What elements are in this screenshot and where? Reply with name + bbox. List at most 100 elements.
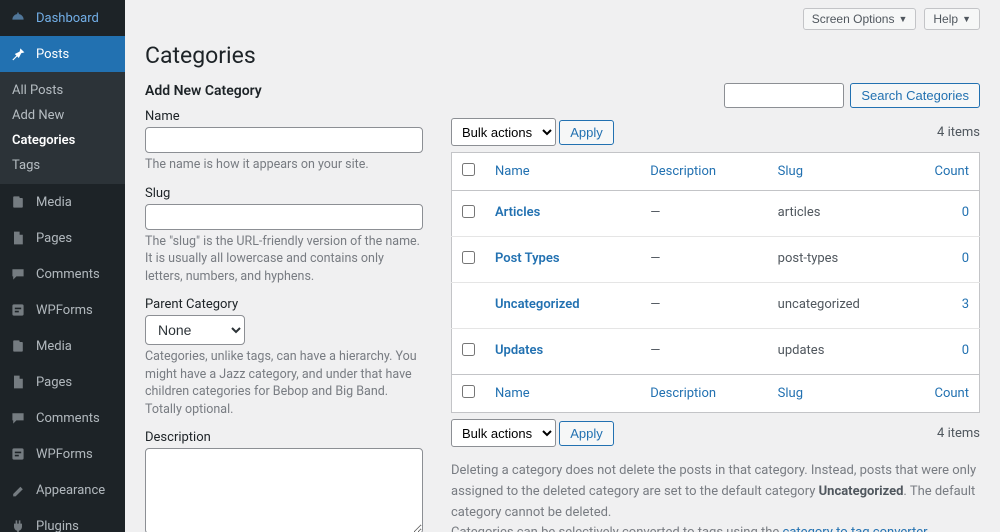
table-row: Post Types —post-types 0	[452, 237, 980, 283]
items-count-top: 4 items	[937, 125, 980, 140]
category-slug: articles	[768, 191, 920, 237]
page-title: Categories	[145, 42, 980, 69]
table-row: Articles —articles 0	[452, 191, 980, 237]
categories-table: Name Description Slug Count Articles—art…	[451, 152, 980, 413]
apply-button-bottom[interactable]: Apply	[559, 421, 614, 446]
submenu-item-add-new[interactable]: Add New	[0, 103, 125, 128]
sidebar-item-pages[interactable]: Pages	[0, 220, 125, 256]
form-heading: Add New Category	[145, 83, 423, 99]
sidebar-item-comments[interactable]: Comments	[0, 400, 125, 436]
caret-down-icon: ▼	[898, 14, 907, 24]
col-slug[interactable]: Slug	[768, 153, 920, 191]
sidebar-item-label: Pages	[36, 231, 72, 246]
sidebar-item-label: Pages	[36, 375, 72, 390]
parent-select[interactable]: None	[145, 315, 245, 345]
sidebar-item-label: WPForms	[36, 447, 93, 462]
col-description[interactable]: Description	[640, 153, 767, 191]
category-description: —	[640, 237, 767, 283]
row-checkbox[interactable]	[462, 343, 475, 356]
page-icon	[8, 228, 28, 248]
dashboard-icon	[8, 8, 28, 28]
category-description: —	[640, 329, 767, 375]
convert-link[interactable]: category to tag converter	[783, 525, 927, 532]
description-label: Description	[145, 430, 423, 445]
sidebar-item-plugins[interactable]: Plugins	[0, 508, 125, 532]
name-label: Name	[145, 109, 423, 124]
footer-note: Deleting a category does not delete the …	[451, 461, 980, 532]
submenu-item-all-posts[interactable]: All Posts	[0, 78, 125, 103]
category-name-link[interactable]: Articles	[495, 205, 540, 220]
row-checkbox[interactable]	[462, 205, 475, 218]
category-count-link[interactable]: 0	[962, 205, 969, 220]
sidebar-item-label: Comments	[36, 411, 100, 426]
category-name-link[interactable]: Uncategorized	[495, 297, 580, 312]
appearance-icon	[8, 480, 28, 500]
sidebar-item-appearance[interactable]: Appearance	[0, 472, 125, 508]
select-all-bottom[interactable]	[462, 385, 475, 398]
category-count-link[interactable]: 3	[962, 297, 969, 312]
sidebar-item-label: Media	[36, 195, 72, 210]
category-name-link[interactable]: Post Types	[495, 251, 560, 266]
col-count[interactable]: Count	[920, 153, 980, 191]
category-name-link[interactable]: Updates	[495, 343, 543, 358]
sidebar-item-posts[interactable]: Posts	[0, 36, 125, 72]
sidebar-item-wpforms[interactable]: WPForms	[0, 292, 125, 328]
bulk-actions-select-top[interactable]: Bulk actions	[451, 118, 556, 146]
parent-label: Parent Category	[145, 297, 423, 312]
category-slug: uncategorized	[768, 283, 920, 329]
media-icon	[8, 192, 28, 212]
comment-icon	[8, 264, 28, 284]
search-categories-button[interactable]: Search Categories	[850, 83, 980, 108]
sidebar-item-label: Plugins	[36, 519, 79, 532]
col-name-foot[interactable]: Name	[485, 375, 640, 413]
slug-label: Slug	[145, 186, 423, 201]
sidebar-item-label: Appearance	[36, 483, 105, 498]
form-icon	[8, 300, 28, 320]
admin-sidebar: Dashboard Posts All PostsAdd NewCategories…	[0, 0, 125, 532]
page-icon	[8, 372, 28, 392]
category-description: —	[640, 191, 767, 237]
sidebar-item-pages[interactable]: Pages	[0, 364, 125, 400]
col-name[interactable]: Name	[485, 153, 640, 191]
form-icon	[8, 444, 28, 464]
media-icon	[8, 336, 28, 356]
sidebar-item-dashboard[interactable]: Dashboard	[0, 0, 125, 36]
search-input[interactable]	[724, 83, 844, 108]
items-count-bottom: 4 items	[937, 426, 980, 441]
apply-button-top[interactable]: Apply	[559, 120, 614, 145]
category-count-link[interactable]: 0	[962, 343, 969, 358]
row-checkbox[interactable]	[462, 251, 475, 264]
table-row: Updates—updates0	[452, 329, 980, 375]
sidebar-item-wpforms[interactable]: WPForms	[0, 436, 125, 472]
sidebar-item-media[interactable]: Media	[0, 184, 125, 220]
col-count-foot[interactable]: Count	[920, 375, 980, 413]
sidebar-item-label: WPForms	[36, 303, 93, 318]
plugin-icon	[8, 516, 28, 532]
slug-input[interactable]	[145, 204, 423, 230]
main-content: Screen Options ▼ Help ▼ Categories Add N…	[125, 0, 1000, 532]
col-description-foot[interactable]: Description	[640, 375, 767, 413]
screen-options-button[interactable]: Screen Options ▼	[803, 8, 917, 30]
submenu-item-tags[interactable]: Tags	[0, 153, 125, 178]
category-count-link[interactable]: 0	[962, 251, 969, 266]
sidebar-item-comments[interactable]: Comments	[0, 256, 125, 292]
sidebar-item-label: Dashboard	[36, 11, 99, 26]
select-all-top[interactable]	[462, 163, 475, 176]
parent-desc: Categories, unlike tags, can have a hier…	[145, 348, 423, 418]
table-row: Uncategorized —uncategorized 3	[452, 283, 980, 329]
sidebar-item-label: Media	[36, 339, 72, 354]
caret-down-icon: ▼	[962, 14, 971, 24]
comment-icon	[8, 408, 28, 428]
submenu-item-categories[interactable]: Categories	[0, 128, 125, 153]
bulk-actions-select-bottom[interactable]: Bulk actions	[451, 419, 556, 447]
sidebar-item-media[interactable]: Media	[0, 328, 125, 364]
col-slug-foot[interactable]: Slug	[768, 375, 920, 413]
category-description: —	[640, 283, 767, 329]
help-button[interactable]: Help ▼	[924, 8, 980, 30]
category-slug: post-types	[768, 237, 920, 283]
sidebar-item-label: Posts	[36, 47, 69, 62]
sidebar-item-label: Comments	[36, 267, 100, 282]
slug-desc: The "slug" is the URL-friendly version o…	[145, 233, 423, 286]
name-input[interactable]	[145, 127, 423, 153]
description-textarea[interactable]	[145, 448, 423, 532]
